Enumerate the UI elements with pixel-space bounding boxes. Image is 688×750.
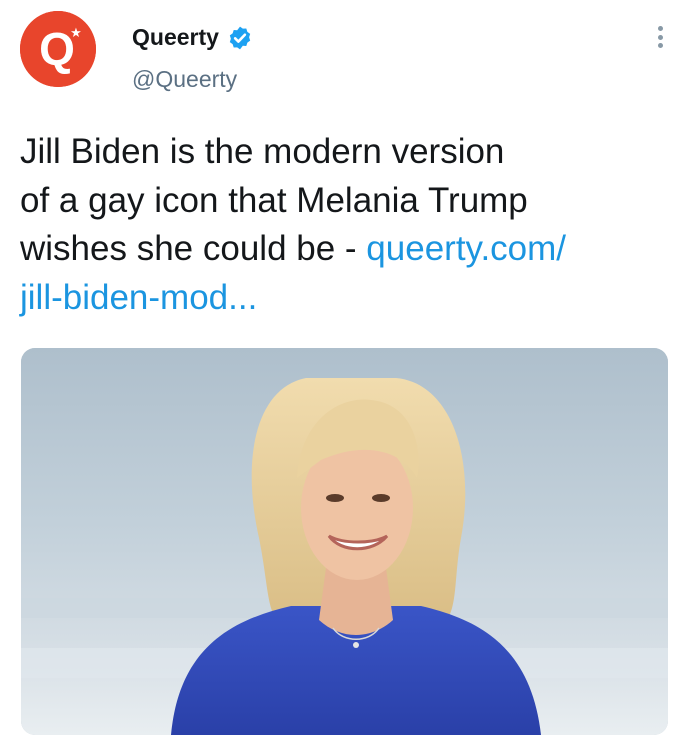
queerty-logo-icon: Q ★ (20, 11, 96, 87)
tweet-text-line: wishes she could be - (20, 229, 367, 268)
more-dot (657, 34, 663, 40)
user-handle[interactable]: @Queerty (132, 66, 237, 93)
name-row: Queerty (132, 24, 253, 51)
svg-text:★: ★ (70, 26, 82, 41)
verified-badge-icon (227, 25, 253, 51)
article-link-continued[interactable]: jill-biden-mod... (20, 278, 257, 317)
display-name[interactable]: Queerty (132, 24, 219, 51)
avatar[interactable]: Q ★ (20, 11, 96, 87)
article-link[interactable]: queerty.com/ (366, 229, 566, 268)
tweet-text-line: Jill Biden is the modern version (20, 132, 505, 171)
tweet-text: Jill Biden is the modern version of a ga… (20, 128, 660, 322)
tweet-image[interactable] (21, 348, 668, 735)
tweet-card[interactable]: Q ★ Queerty @Queerty Jill Biden is the m… (0, 0, 688, 750)
more-vertical-icon (657, 26, 663, 31)
tweet-text-line: of a gay icon that Melania Trump (20, 180, 528, 220)
more-options-button[interactable] (648, 22, 672, 52)
portrait-photo (21, 348, 668, 735)
more-dot (657, 43, 663, 48)
